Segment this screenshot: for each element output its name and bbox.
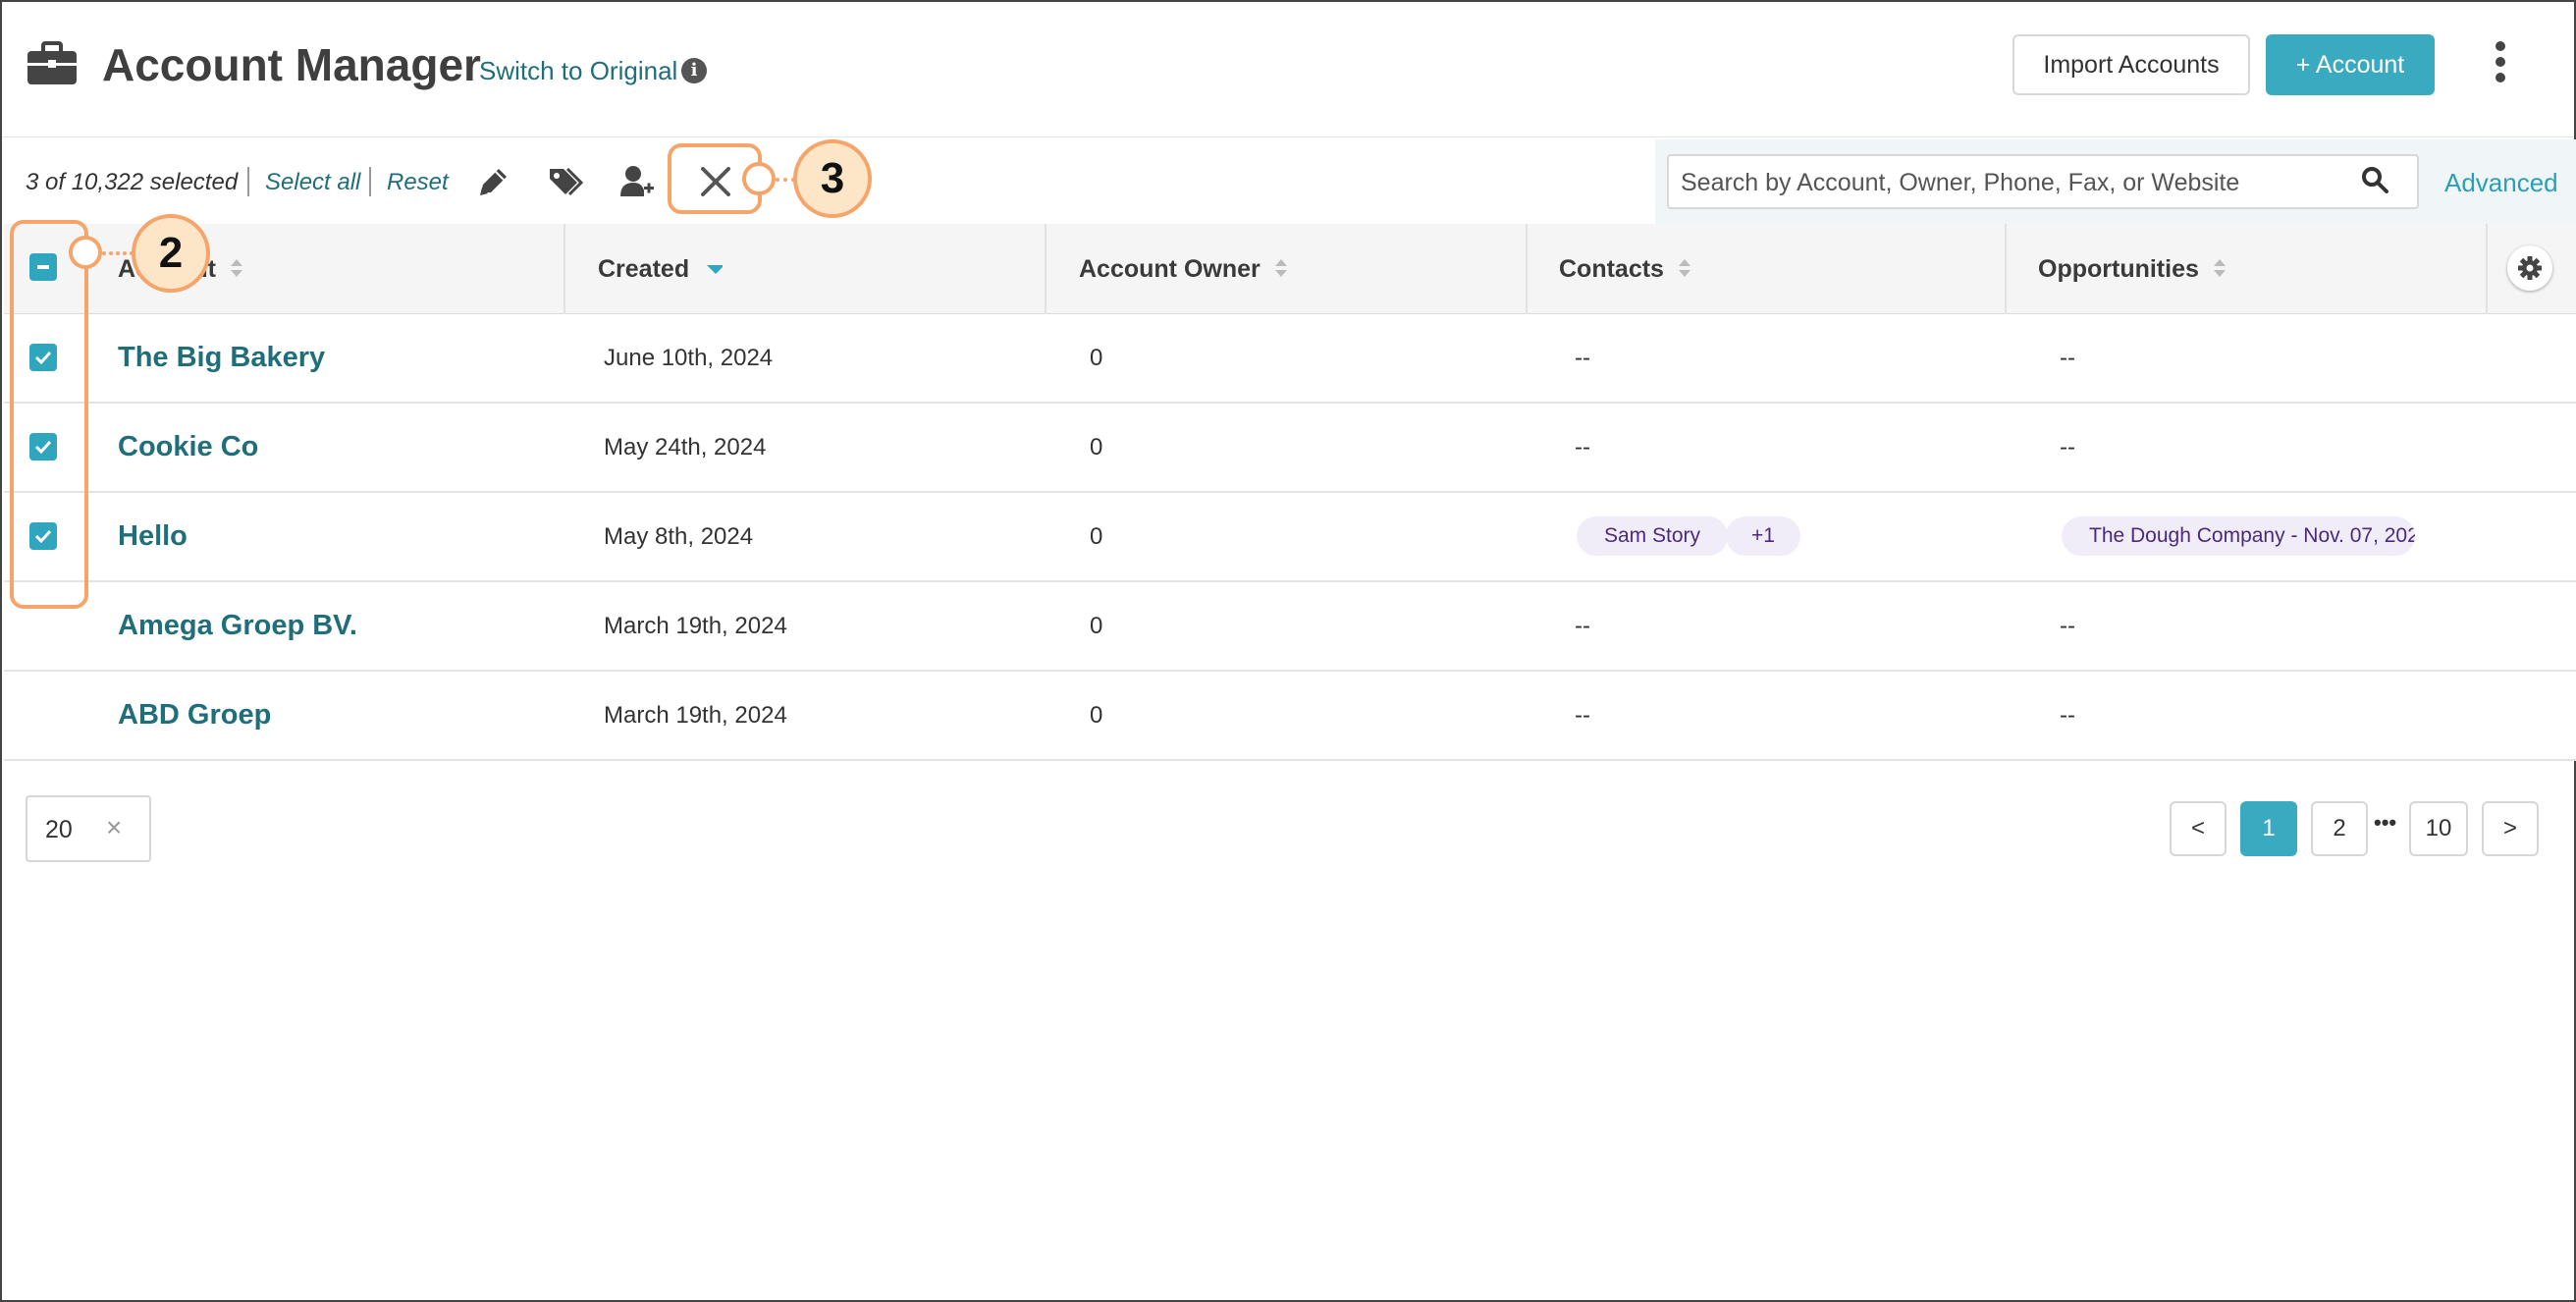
page-size-value: 20 xyxy=(45,816,73,843)
opportunities-value: -- xyxy=(2060,434,2075,461)
search-icon[interactable] xyxy=(2360,165,2389,194)
page-button-2[interactable]: 2 xyxy=(2311,801,2368,856)
annotation-badge-2: 2 xyxy=(132,214,210,293)
column-divider[interactable] xyxy=(1526,224,1528,314)
created-date: March 19th, 2024 xyxy=(604,702,787,729)
sort-icon xyxy=(231,259,242,278)
next-page-button[interactable]: > xyxy=(2482,801,2539,856)
column-header-account-owner[interactable]: Account Owner xyxy=(1079,224,1288,314)
table-row[interactable] xyxy=(4,672,2576,761)
switch-to-original-link[interactable]: Switch to Original xyxy=(479,55,677,86)
edit-pencil-icon[interactable] xyxy=(475,163,512,200)
toolbar-divider xyxy=(369,167,371,196)
account-name-link[interactable]: Hello xyxy=(118,519,188,553)
more-options-icon[interactable] xyxy=(2486,41,2515,90)
sort-desc-icon xyxy=(707,265,724,275)
contacts-value: -- xyxy=(1575,702,1590,729)
selected-count: 3 of 10,322 selected xyxy=(26,169,239,195)
account-name-link[interactable]: Amega Groep BV. xyxy=(118,609,357,642)
select-all-link[interactable]: Select all xyxy=(265,169,360,196)
account-name-link[interactable]: The Big Bakery xyxy=(118,341,325,374)
account-owner-value: 0 xyxy=(1090,345,1103,371)
column-divider[interactable] xyxy=(2005,224,2007,314)
contact-chip[interactable]: Sam Story xyxy=(1577,516,1729,556)
tags-icon[interactable] xyxy=(546,163,583,200)
opportunities-value: -- xyxy=(2060,345,2075,371)
account-name-link[interactable]: ABD Groep xyxy=(118,698,271,732)
gear-icon[interactable] xyxy=(2507,245,2552,291)
account-name-link[interactable]: Cookie Co xyxy=(118,430,258,463)
assign-user-icon[interactable] xyxy=(618,163,656,200)
import-accounts-button[interactable]: Import Accounts xyxy=(2012,34,2250,95)
contacts-value: -- xyxy=(1575,345,1590,371)
account-owner-value: 0 xyxy=(1090,613,1103,639)
opportunity-chip[interactable]: The Dough Company - Nov. 07, 2024 xyxy=(2062,516,2415,556)
annotation-highlight-checkboxes xyxy=(10,220,88,609)
toolbar-divider xyxy=(247,167,249,196)
table-row[interactable] xyxy=(4,582,2576,672)
add-account-button[interactable]: + Account xyxy=(2266,34,2435,95)
opportunities-value: -- xyxy=(2060,613,2075,639)
column-divider[interactable] xyxy=(1045,224,1046,314)
page-title: Account Manager xyxy=(102,39,481,90)
created-date: May 8th, 2024 xyxy=(604,523,754,550)
account-owner-value: 0 xyxy=(1090,523,1103,550)
annotation-badge-3: 3 xyxy=(793,139,872,218)
search-field[interactable] xyxy=(1667,154,2419,209)
sort-icon xyxy=(1678,259,1690,278)
opportunities-value: -- xyxy=(2060,702,2075,729)
annotation-connector-line xyxy=(102,251,134,255)
created-date: June 10th, 2024 xyxy=(604,345,774,371)
sort-icon xyxy=(2213,259,2226,278)
contacts-value: -- xyxy=(1575,613,1590,639)
created-date: May 24th, 2024 xyxy=(604,434,767,461)
account-owner-value: 0 xyxy=(1090,702,1103,729)
sort-icon xyxy=(1274,259,1287,278)
page-button-10[interactable]: 10 xyxy=(2409,801,2468,856)
page-button-1[interactable]: 1 xyxy=(2240,801,2297,856)
app-window: Account Manager Switch to Original i Imp… xyxy=(0,0,2576,1302)
column-divider[interactable] xyxy=(564,224,565,314)
created-date: March 19th, 2024 xyxy=(604,613,787,639)
account-owner-value: 0 xyxy=(1090,434,1103,461)
column-header-opportunities[interactable]: Opportunities xyxy=(2038,224,2227,314)
contacts-value: -- xyxy=(1575,434,1590,461)
info-icon[interactable]: i xyxy=(681,58,707,83)
column-header-created[interactable]: Created xyxy=(598,224,724,314)
pagination-ellipsis: ••• xyxy=(2374,810,2397,835)
briefcase-icon xyxy=(27,41,77,84)
clear-icon[interactable]: × xyxy=(106,813,122,842)
table-row[interactable] xyxy=(4,404,2576,493)
page-size-select[interactable]: 20 × xyxy=(26,795,151,862)
reset-link[interactable]: Reset xyxy=(387,169,449,196)
annotation-connector-line xyxy=(776,178,795,182)
advanced-search-link[interactable]: Advanced xyxy=(2444,167,2558,198)
column-header-contacts[interactable]: Contacts xyxy=(1559,224,1691,314)
annotation-connector-dot xyxy=(742,162,776,195)
contact-more-chip[interactable]: +1 xyxy=(1726,516,1800,556)
search-input[interactable] xyxy=(1681,166,2348,199)
column-divider[interactable] xyxy=(2486,224,2488,314)
prev-page-button[interactable]: < xyxy=(2170,801,2227,856)
table-row[interactable] xyxy=(4,314,2576,404)
annotation-connector-dot xyxy=(69,236,102,269)
